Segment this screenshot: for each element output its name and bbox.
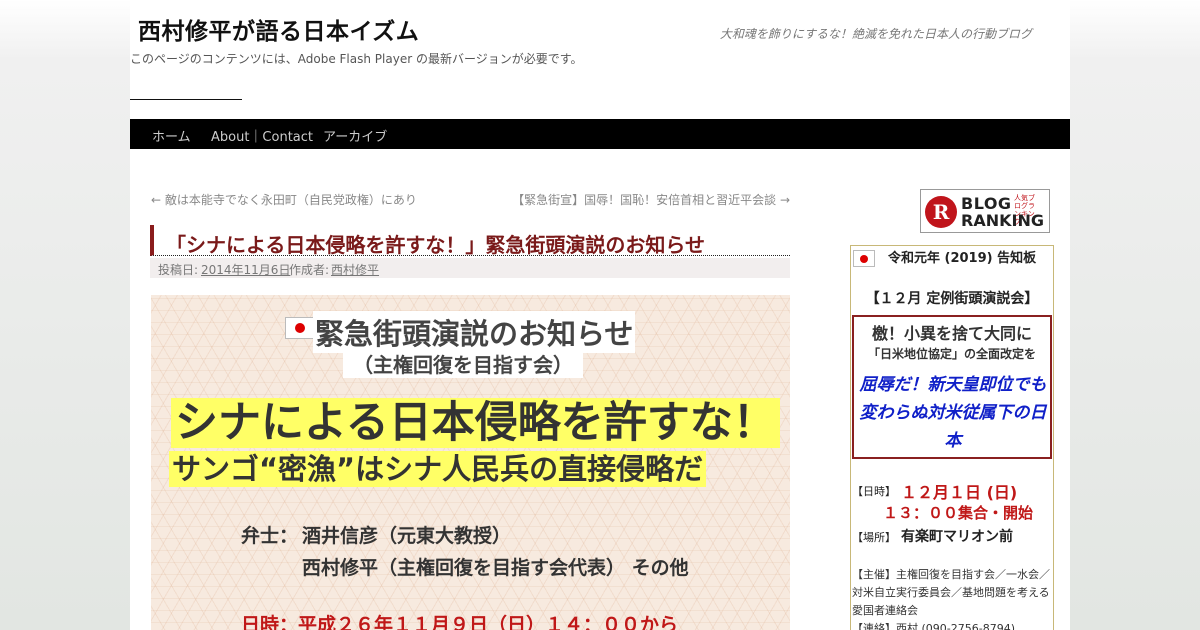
japan-flag-icon <box>853 250 875 267</box>
meta-date-link[interactable]: 2014年11月6日 <box>201 261 290 278</box>
slogan-line-1: 檄！小異を捨て大同に <box>871 324 1032 343</box>
ranking-logo-icon: R <box>925 196 957 228</box>
notice-slogan-box: 檄！小異を捨て大同に 「日米地位協定」の全面改定を 屈辱だ！新天皇即位でも変わら… <box>852 315 1052 459</box>
main-nav: ホーム About｜Contact アーカイブ <box>130 119 1070 149</box>
event-contact: 【連絡】西村 (090-2756-8794) <box>852 622 1016 630</box>
post-title-bar: 「シナによる日本侵略を許すな！」緊急街頭演説のお知らせ <box>150 225 790 258</box>
next-post-link[interactable]: 【緊急街宣】国辱！国恥！安倍首相と習近平会談 → <box>512 191 790 208</box>
meta-author-link[interactable]: 西村修平 <box>331 261 379 278</box>
flyer-speaker-1: 酒井信彦（元東大教授） <box>302 525 512 547</box>
site-description: 大和魂を飾りにするな！絶滅を免れた日本人の行動ブログ <box>719 27 1032 41</box>
event-place: 有楽町マリオン前 <box>901 529 1013 545</box>
post-title[interactable]: 「シナによる日本侵略を許すな！」緊急街頭演説のお知らせ <box>166 229 705 258</box>
flyer-speaker-label: 弁士： <box>241 525 299 547</box>
meta-author-label: 作成者: <box>289 263 330 277</box>
previous-post-link[interactable]: ← 敵は本能寺でなく永田町（自民党政権）にあり <box>151 191 417 208</box>
event-time: １３：００集合・開始 <box>883 504 1034 522</box>
nav-item-about-contact[interactable]: About｜Contact <box>211 126 313 145</box>
flyer-date: 日時：平成２６年１１月９日（日）１４：００から <box>241 614 679 630</box>
post-meta: 投稿日: 2014年11月6日 作成者: 西村修平 <box>150 258 790 278</box>
site-title[interactable]: 西村修平が語る日本イズム <box>138 12 419 46</box>
meta-posted-label: 投稿日: <box>158 263 199 277</box>
flyer-subheading: （主権回復を目指す会） <box>343 349 583 378</box>
flyer-heading: 緊急街頭演説のお知らせ <box>313 311 636 353</box>
nav-item-home[interactable]: ホーム <box>152 126 191 145</box>
slogan-line-3: 屈辱だ！新天皇即位でも変わらぬ対米従属下の日本 <box>859 375 1047 451</box>
flyer-main-slogan: シナによる日本侵略を許すな！ <box>171 398 780 448</box>
nav-item-archive[interactable]: アーカイブ <box>323 126 387 145</box>
ranking-text-bottom: RANKING <box>961 211 1044 230</box>
event-organizers: 【主催】主権回復を目指す会／一水会／対米自立実行委員会／基地問題を考える愛国者連… <box>852 568 1050 617</box>
notice-board: 令和元年 (2019) 告知板 【１２月 定例街頭演説会】 檄！小異を捨て大同に… <box>850 245 1054 630</box>
slogan-line-2: 「日米地位協定」の全面改定を <box>867 347 1036 361</box>
blog-ranking-badge[interactable]: R BLOG 人気ブログランキング RANKING <box>920 189 1050 233</box>
notice-event-heading: 【１２月 定例街頭演説会】 <box>865 291 1039 307</box>
event-date-label: 【日時】 <box>852 485 896 498</box>
flyer-speaker-2: 西村修平（主権回復を目指す会代表） その他 <box>302 557 689 579</box>
page: 西村修平が語る日本イズム 大和魂を飾りにするな！絶滅を免れた日本人の行動ブログ … <box>130 0 1070 630</box>
event-flyer-image: 緊急街頭演説のお知らせ （主権回復を目指す会） シナによる日本侵略を許すな！ サ… <box>151 295 790 630</box>
event-place-label: 【場所】 <box>852 531 896 544</box>
notice-title: 令和元年 (2019) 告知板 <box>888 251 1037 266</box>
japan-flag-icon <box>285 317 315 339</box>
flash-player-note: このページのコンテンツには、Adobe Flash Player の最新バージョ… <box>130 52 583 66</box>
header-divider <box>130 99 242 100</box>
flyer-second-slogan: サンゴ“密漁”はシナ人民兵の直接侵略だ <box>169 451 707 487</box>
event-date: １２月１日 (日) <box>901 483 1018 502</box>
